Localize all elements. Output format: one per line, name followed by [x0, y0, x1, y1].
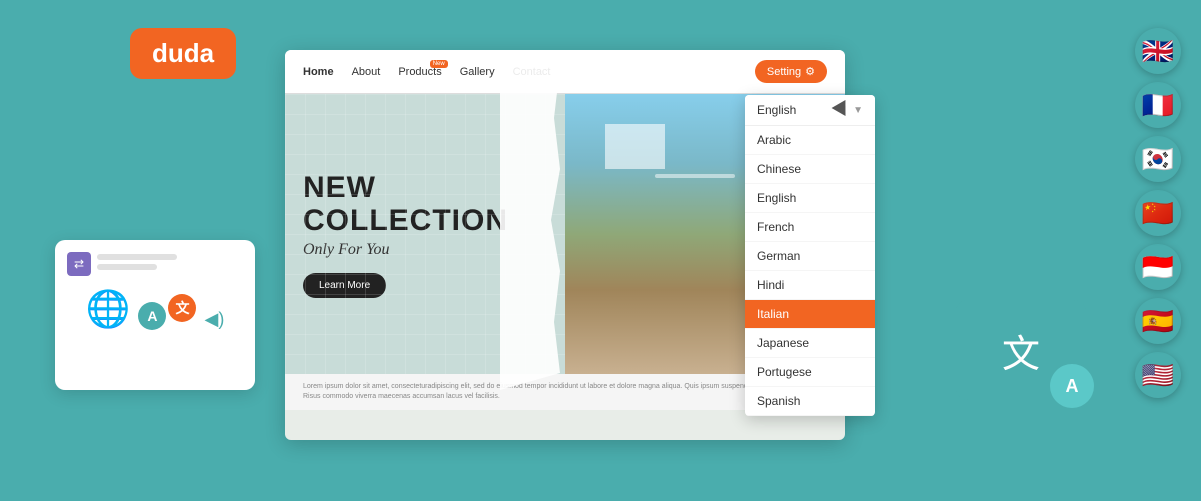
language-option-portugese[interactable]: Portugese [745, 358, 875, 387]
learn-more-button[interactable]: Learn More [303, 273, 386, 298]
nav-link-gallery[interactable]: Gallery [460, 66, 495, 78]
selected-language: English [757, 103, 796, 117]
language-option-hindi[interactable]: Hindi [745, 271, 875, 300]
language-option-italian[interactable]: Italian [745, 300, 875, 329]
nav-link-products[interactable]: Products New [398, 66, 441, 78]
flag-france[interactable]: 🇫🇷 [1135, 82, 1181, 128]
setting-button[interactable]: Setting ⚙ [755, 60, 827, 83]
globe-icon: 🌐 [86, 288, 131, 330]
right-translation-widget: 文 A [956, 300, 1086, 400]
widget-icon: ⇄ [67, 252, 91, 276]
dropdown-header[interactable]: English ▼ [745, 95, 875, 126]
sound-waves-icon: ◀) [204, 309, 224, 330]
language-option-english[interactable]: English [745, 184, 875, 213]
language-option-german[interactable]: German [745, 242, 875, 271]
products-badge: New [430, 60, 448, 68]
gear-icon: ⚙ [805, 65, 815, 78]
nav-bar: Home About Products New Gallery Contact … [285, 50, 845, 94]
setting-label: Setting [767, 66, 801, 78]
flag-korea[interactable]: 🇰🇷 [1135, 136, 1181, 182]
flag-indonesia[interactable]: 🇮🇩 [1135, 244, 1181, 290]
translate-big-icon: 文 [1002, 323, 1040, 378]
flag-uk[interactable]: 🇬🇧 [1135, 28, 1181, 74]
duda-logo: duda [130, 28, 236, 79]
dropdown-arrow-icon: ▼ [853, 105, 863, 116]
language-option-french[interactable]: French [745, 213, 875, 242]
torn-paper-decoration [500, 50, 560, 390]
flag-china[interactable]: 🇨🇳 [1135, 190, 1181, 236]
nav-link-about[interactable]: About [352, 66, 381, 78]
bubble-zh: 文 [168, 294, 196, 322]
flag-spain[interactable]: 🇪🇸 [1135, 298, 1181, 344]
widget-header: ⇄ [67, 252, 243, 276]
translate-bubbles: A 文 [138, 302, 196, 330]
language-dropdown[interactable]: English ▼ Arabic Chinese English French … [745, 95, 875, 416]
language-option-chinese[interactable]: Chinese [745, 155, 875, 184]
language-option-arabic[interactable]: Arabic [745, 126, 875, 155]
flags-column: 🇬🇧 🇫🇷 🇰🇷 🇨🇳 🇮🇩 🇪🇸 🇺🇸 [1135, 28, 1181, 398]
language-option-japanese[interactable]: Japanese [745, 329, 875, 358]
bubble-a: A [138, 302, 166, 330]
speech-bubble-a: A [1050, 364, 1094, 408]
flag-usa[interactable]: 🇺🇸 [1135, 352, 1181, 398]
widget-body: 🌐 A 文 ◀) [67, 284, 243, 330]
left-translation-widget: ⇄ 🌐 A 文 ◀) [55, 240, 255, 390]
duda-logo-text: duda [152, 38, 214, 68]
widget-lines [97, 254, 177, 274]
language-option-spanish[interactable]: Spanish [745, 387, 875, 416]
nav-link-home[interactable]: Home [303, 66, 334, 78]
footer-text: Lorem ipsum dolor sit amet, consectetura… [303, 383, 811, 400]
